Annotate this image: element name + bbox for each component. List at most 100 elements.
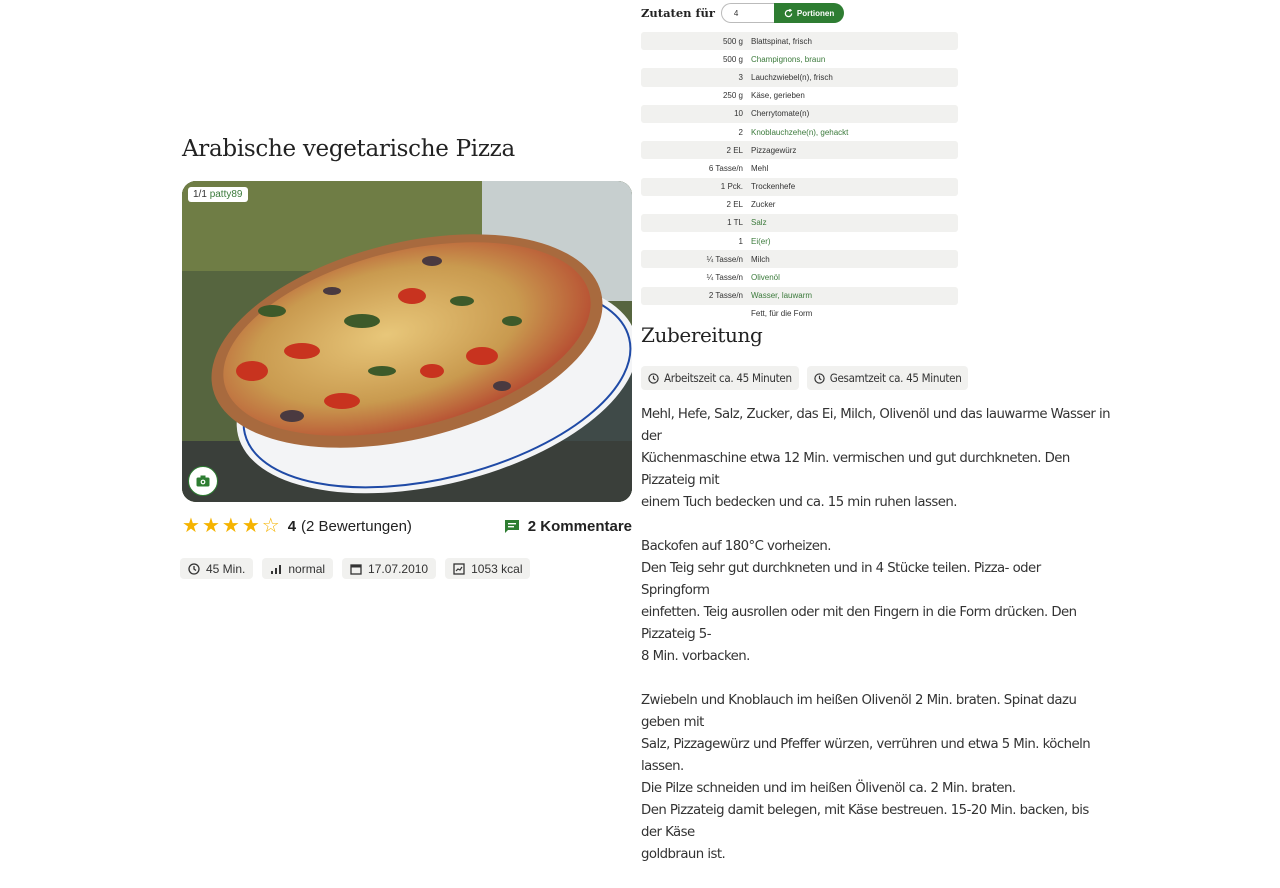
ingredient-name: Blattspinat, frisch bbox=[751, 36, 812, 46]
ingredient-amount: 2 EL bbox=[726, 145, 743, 155]
ingredient-link[interactable]: Salz bbox=[751, 218, 767, 227]
preparation-paragraph: Mehl, Hefe, Salz, Zucker, das Ei, Milch,… bbox=[641, 404, 1111, 514]
star-filled-icon[interactable]: ★ bbox=[242, 516, 260, 536]
ingredient-row: 6 Tasse/n Mehl bbox=[641, 159, 958, 177]
ingredient-link[interactable]: Knoblauchzehe(n), gehackt bbox=[751, 128, 848, 137]
preparation-paragraph: Zwiebeln und Knoblauch im heißen Olivenö… bbox=[641, 690, 1111, 866]
comments-label: 2 Kommentare bbox=[527, 517, 632, 535]
preparation-paragraph: Backofen auf 180°C vorheizen. Den Teig se… bbox=[641, 536, 1111, 668]
ingredient-row: 1 TL Salz bbox=[641, 213, 958, 233]
ingredient-row: 2 Knoblauchzehe(n), gehackt bbox=[641, 123, 958, 141]
ingredient-row: 1 Pck. Trockenhefe bbox=[641, 177, 958, 196]
ingredient-row: 500 g Blattspinat, frisch bbox=[641, 32, 958, 51]
preparation-line: Die Pilze schneiden und im heißen Öliven… bbox=[641, 781, 1016, 796]
calendar-icon bbox=[350, 563, 362, 575]
preparation-line: einfetten. Teig ausrollen oder mit den F… bbox=[641, 605, 1077, 642]
rating-value: 4 bbox=[287, 517, 297, 535]
meta-difficulty: normal bbox=[262, 558, 334, 579]
work-time-label: Arbeitszeit ca. 45 Minuten bbox=[664, 371, 792, 385]
ingredient-row: 1 Ei(er) bbox=[641, 232, 958, 250]
ingredient-name: Milch bbox=[751, 254, 770, 264]
camera-icon bbox=[196, 475, 210, 487]
portions-input[interactable] bbox=[720, 3, 774, 23]
rating-count[interactable]: (2 Bewertungen) bbox=[301, 518, 412, 535]
ingredient-amount: 2 bbox=[738, 127, 743, 137]
recipe-photo[interactable]: 1/1 patty89 bbox=[182, 181, 632, 502]
meta-time: 45 Min. bbox=[180, 558, 254, 579]
ingredient-name: Mehl bbox=[751, 163, 769, 173]
ingredient-name: Cherrytomate(n) bbox=[751, 109, 810, 119]
ingredient-amount: ¼ Tasse/n bbox=[706, 273, 743, 283]
ingredient-name: Käse, gerieben bbox=[751, 91, 805, 101]
photo-credit[interactable]: 1/1 patty89 bbox=[188, 187, 248, 202]
clock-icon bbox=[814, 372, 825, 384]
ingredient-link[interactable]: Champignons, braun bbox=[751, 55, 825, 64]
ingredient-name: Pizzagewürz bbox=[751, 145, 797, 155]
ingredient-amount: 6 Tasse/n bbox=[708, 163, 743, 173]
ingredient-link[interactable]: Olivenöl bbox=[751, 273, 780, 282]
preparation-line: Den Teig sehr gut durchkneten und in 4 S… bbox=[641, 561, 1041, 598]
comments-link[interactable]: 2 Kommentare bbox=[504, 518, 632, 535]
ingredient-name: Lauchzwiebel(n), frisch bbox=[751, 72, 833, 82]
preparation-line: Salz, Pizzagewürz und Pfeffer würzen, ve… bbox=[641, 737, 1091, 774]
preparation-line: Backofen auf 180°C vorheizen. bbox=[641, 539, 831, 554]
ingredient-name: Trockenhefe bbox=[751, 182, 796, 192]
ingredient-row: 2 EL Pizzagewürz bbox=[641, 141, 958, 160]
preparation-line: Mehl, Hefe, Salz, Zucker, das Ei, Milch,… bbox=[641, 407, 1111, 444]
ingredient-amount: 3 bbox=[738, 72, 743, 82]
rating-row: ★ ★ ★ ★ ☆ 4 (2 Bewertungen) 2 Kommentare bbox=[182, 513, 632, 539]
nutrition-chart-icon bbox=[453, 562, 465, 575]
preparation-line: einem Tuch bedecken und ca. 15 min ruhen… bbox=[641, 495, 958, 510]
ingredient-row: Fett, für die Form bbox=[641, 305, 958, 323]
ingredient-row: 250 g Käse, gerieben bbox=[641, 87, 958, 105]
ingredient-link[interactable]: Ei(er) bbox=[751, 237, 771, 246]
ingredient-name: Fett, für die Form bbox=[751, 309, 813, 319]
ingredient-amount: 2 Tasse/n bbox=[708, 291, 743, 301]
ingredient-link[interactable]: Wasser, lauwarm bbox=[751, 291, 812, 300]
rating-stars[interactable]: ★ ★ ★ ★ ☆ bbox=[182, 516, 280, 536]
ingredient-row: 2 EL Zucker bbox=[641, 196, 958, 214]
clock-icon bbox=[648, 372, 659, 384]
preparation-text: Mehl, Hefe, Salz, Zucker, das Ei, Milch,… bbox=[641, 404, 1111, 888]
ingredient-row: ¼ Tasse/n Olivenöl bbox=[641, 268, 958, 286]
photo-credit-index: 1/1 bbox=[193, 189, 207, 200]
portions-control: Zutaten für Portionen bbox=[641, 3, 845, 23]
star-filled-icon[interactable]: ★ bbox=[202, 516, 220, 536]
ingredient-name: Zucker bbox=[751, 200, 776, 210]
portions-button[interactable]: Portionen bbox=[773, 3, 845, 23]
preparation-times: Arbeitszeit ca. 45 Minuten Gesamtzeit ca… bbox=[641, 366, 969, 390]
meta-date-label: 17.07.2010 bbox=[368, 561, 429, 576]
ingredient-amount: 250 g bbox=[722, 91, 743, 101]
ingredients-table: 500 g Blattspinat, frisch 500 g Champignons… bbox=[641, 32, 958, 323]
recipe-title: Arabische vegetarische Pizza bbox=[182, 136, 515, 162]
ingredient-row: 500 g Champignons, braun bbox=[641, 50, 958, 68]
ingredient-row: ¼ Tasse/n Milch bbox=[641, 250, 958, 269]
total-time-label: Gesamtzeit ca. 45 Minuten bbox=[829, 371, 962, 385]
ingredient-row: 3 Lauchzwiebel(n), frisch bbox=[641, 68, 958, 87]
meta-date: 17.07.2010 bbox=[342, 558, 437, 579]
preparation-line: 8 Min. vorbacken. bbox=[641, 649, 750, 664]
star-empty-icon[interactable]: ☆ bbox=[262, 516, 280, 536]
work-time-badge: Arbeitszeit ca. 45 Minuten bbox=[641, 366, 799, 390]
ingredient-amount: 2 EL bbox=[726, 200, 743, 210]
meta-kcal: 1053 kcal bbox=[445, 558, 531, 579]
pizza-image bbox=[182, 181, 632, 502]
refresh-icon bbox=[784, 8, 793, 17]
star-filled-icon[interactable]: ★ bbox=[222, 516, 240, 536]
photo-credit-user[interactable]: patty89 bbox=[210, 189, 243, 200]
ingredient-amount: 500 g bbox=[722, 54, 743, 64]
clock-icon bbox=[188, 562, 200, 575]
ingredients-heading: Zutaten für bbox=[641, 6, 715, 20]
total-time-badge: Gesamtzeit ca. 45 Minuten bbox=[806, 366, 969, 390]
preparation-line: Küchenmaschine etwa 12 Min. vermischen u… bbox=[641, 451, 1070, 488]
recipe-meta: 45 Min. normal 17.07.2010 1053 kcal bbox=[180, 558, 531, 579]
add-photo-button[interactable] bbox=[188, 466, 218, 496]
ingredient-amount: ¼ Tasse/n bbox=[706, 254, 743, 264]
ingredient-row: 10 Cherrytomate(n) bbox=[641, 104, 958, 123]
difficulty-bars-icon bbox=[271, 564, 282, 574]
meta-kcal-label: 1053 kcal bbox=[471, 561, 523, 576]
star-filled-icon[interactable]: ★ bbox=[182, 516, 200, 536]
preparation-title: Zubereitung bbox=[641, 323, 763, 347]
ingredient-amount: 500 g bbox=[722, 36, 743, 46]
ingredient-amount: 1 TL bbox=[727, 218, 743, 228]
